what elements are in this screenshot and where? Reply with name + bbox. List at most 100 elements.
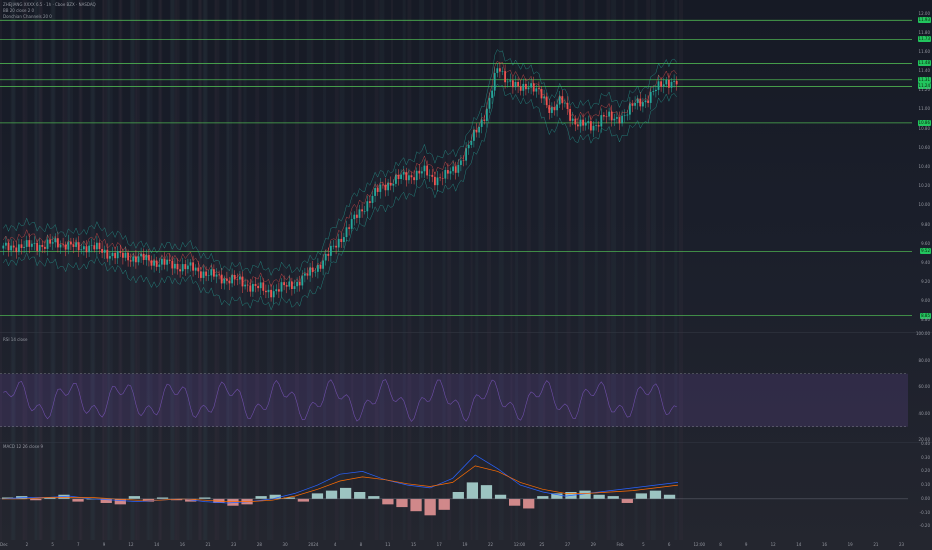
time-tick: 28 (256, 542, 262, 547)
candle-body (342, 237, 345, 242)
time-tick: 5 (642, 542, 645, 547)
rsi-band (0, 373, 908, 427)
candle-body (241, 276, 244, 287)
candle-body (33, 242, 36, 244)
candle-body (449, 171, 452, 174)
candle-body (530, 83, 533, 88)
candle-body (496, 68, 499, 73)
session-band (442, 0, 446, 540)
rsi-legend[interactable]: RSI 14 close (3, 337, 27, 343)
candle-body (361, 209, 364, 212)
time-tick: 21 (205, 542, 211, 547)
macd-tick: 0.10 (921, 482, 930, 488)
session-band (583, 0, 585, 540)
time-tick: 14 (154, 542, 160, 547)
candle-body (202, 271, 205, 278)
time-tick: 19 (462, 542, 468, 547)
candle-body (257, 285, 260, 289)
candle-body (103, 249, 106, 253)
candle-body (524, 83, 527, 90)
candle-body (4, 242, 7, 246)
time-tick: 27 (565, 542, 571, 547)
candle-body (660, 81, 663, 87)
candle-body (506, 81, 509, 83)
candle-body (608, 111, 611, 117)
candle-body (345, 227, 348, 238)
macd-tick: -0.10 (919, 509, 930, 515)
candle-body (431, 174, 434, 177)
candle-body (179, 269, 182, 272)
candle-body (459, 160, 462, 165)
session-band (130, 0, 136, 540)
session-band (62, 0, 65, 540)
session-band (554, 0, 558, 540)
candle-body (262, 282, 265, 291)
candle-body (582, 119, 585, 126)
price-tick: 11.80 (918, 29, 930, 35)
candle-body (259, 282, 262, 289)
candle-body (675, 80, 678, 85)
candle-body (644, 100, 647, 103)
candle-body (358, 209, 361, 218)
candle-body (90, 245, 93, 246)
candle-body (314, 271, 317, 273)
candle-body (207, 275, 210, 277)
candle-body (101, 248, 104, 253)
candle-body (236, 279, 239, 281)
candle-body (402, 172, 405, 175)
time-tick: 11 (385, 542, 391, 547)
candle-body (223, 278, 226, 284)
candle-body (106, 249, 109, 259)
candle-body (589, 121, 592, 131)
macd-hist-bar (579, 490, 591, 499)
candle-body (46, 239, 49, 249)
time-tick: 4 (333, 542, 337, 547)
candle-body (348, 227, 351, 229)
price-tick: 11.60 (918, 48, 930, 54)
candle-body (418, 170, 421, 174)
session-band (34, 0, 38, 540)
session-band (118, 0, 123, 540)
candle-body (168, 259, 171, 261)
candle-body (267, 289, 270, 293)
session-band (391, 0, 393, 540)
candle-body (275, 289, 278, 292)
candle-body (420, 171, 423, 174)
candle-body (337, 238, 340, 248)
chart-canvas[interactable] (0, 0, 932, 550)
time-tick: 2024 (308, 542, 319, 547)
session-band (334, 0, 339, 540)
chart-root: ZHEJIANG XXXX 6.5 · 1h · Cboe BZX · NASD… (0, 0, 932, 550)
macd-hist-bar (410, 498, 422, 512)
session-band (430, 0, 433, 540)
macd-hist-bar (621, 498, 633, 503)
donchian-legend[interactable]: Donchian Channels 20 0 (3, 14, 52, 20)
candle-body (160, 258, 163, 265)
candle-body (176, 263, 179, 270)
candle-body (649, 91, 652, 103)
candle-body (93, 245, 96, 250)
candle-body (353, 214, 356, 220)
session-band (606, 0, 611, 540)
candle-body (439, 177, 442, 179)
price-tick: 9.00 (921, 298, 930, 304)
candle-body (392, 183, 395, 186)
macd-tick: 0.00 (921, 495, 930, 501)
macd-hist-bar (452, 492, 464, 499)
candle-body (38, 244, 41, 251)
candle-body (324, 253, 327, 261)
time-tick: 21 (873, 542, 879, 547)
macd-hist-bar (523, 498, 535, 509)
session-band (374, 0, 379, 540)
session-band (283, 0, 287, 540)
candle-body (332, 245, 335, 247)
macd-legend[interactable]: MACD 12 26 close 9 (3, 444, 43, 450)
session-band (50, 0, 56, 540)
candle-body (88, 245, 91, 253)
price-tick: 10.60 (918, 144, 930, 150)
session-band (90, 0, 96, 540)
macd-hist-bar (480, 485, 493, 499)
candle-body (98, 242, 101, 249)
candle-body (7, 242, 10, 251)
macd-tick: 0.30 (921, 454, 930, 460)
